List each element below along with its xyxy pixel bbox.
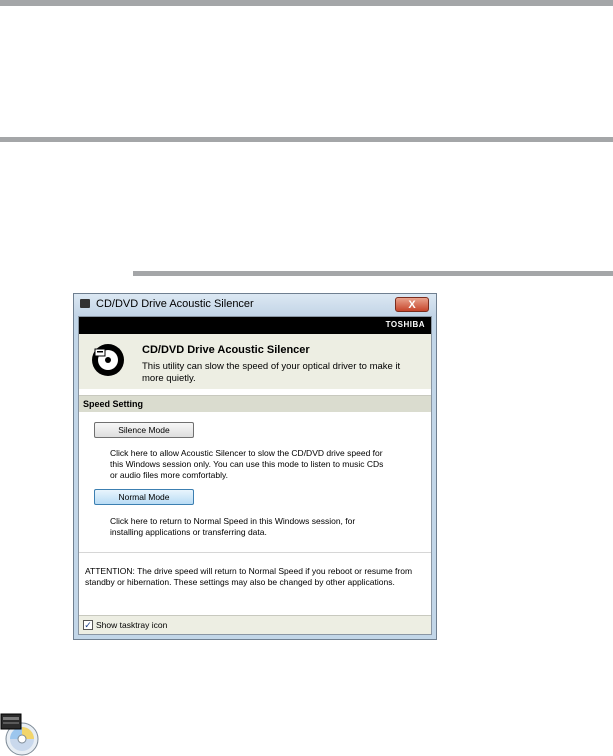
- silence-mode-description: Click here to allow Acoustic Silencer to…: [110, 448, 384, 480]
- normal-mode-button[interactable]: Normal Mode: [94, 489, 194, 505]
- middle-rule: [0, 137, 613, 142]
- show-tasktray-checkbox[interactable]: ✓: [83, 620, 93, 630]
- close-button[interactable]: X: [395, 297, 429, 312]
- separator: [79, 552, 431, 553]
- window-title: CD/DVD Drive Acoustic Silencer: [96, 298, 254, 310]
- section-title: Speed Setting: [83, 399, 144, 409]
- footer-bar: ✓ Show tasktray icon: [79, 615, 431, 634]
- header-panel: CD/DVD Drive Acoustic Silencer This util…: [79, 334, 431, 389]
- attention-note: ATTENTION: The drive speed will return t…: [85, 566, 413, 587]
- app-icon: [80, 299, 90, 308]
- section-rule: [133, 271, 613, 276]
- tasktray-disc-icon: [0, 713, 39, 756]
- brand-bar: TOSHIBA: [79, 317, 431, 334]
- brand-label: TOSHIBA: [385, 320, 425, 329]
- header-title: CD/DVD Drive Acoustic Silencer: [142, 344, 310, 356]
- top-rule: [0, 0, 613, 6]
- show-tasktray-label[interactable]: Show tasktray icon: [96, 620, 167, 630]
- disc-icon: [92, 344, 124, 376]
- speed-setting-section: Speed Setting: [79, 395, 431, 412]
- window-client-area: TOSHIBA CD/DVD Drive Acoustic Silencer T…: [78, 316, 432, 635]
- acoustic-silencer-window: CD/DVD Drive Acoustic Silencer X TOSHIBA…: [73, 293, 437, 640]
- silence-mode-button[interactable]: Silence Mode: [94, 422, 194, 438]
- header-description: This utility can slow the speed of your …: [142, 361, 401, 384]
- title-bar[interactable]: CD/DVD Drive Acoustic Silencer X: [74, 294, 436, 316]
- normal-mode-description: Click here to return to Normal Speed in …: [110, 516, 356, 537]
